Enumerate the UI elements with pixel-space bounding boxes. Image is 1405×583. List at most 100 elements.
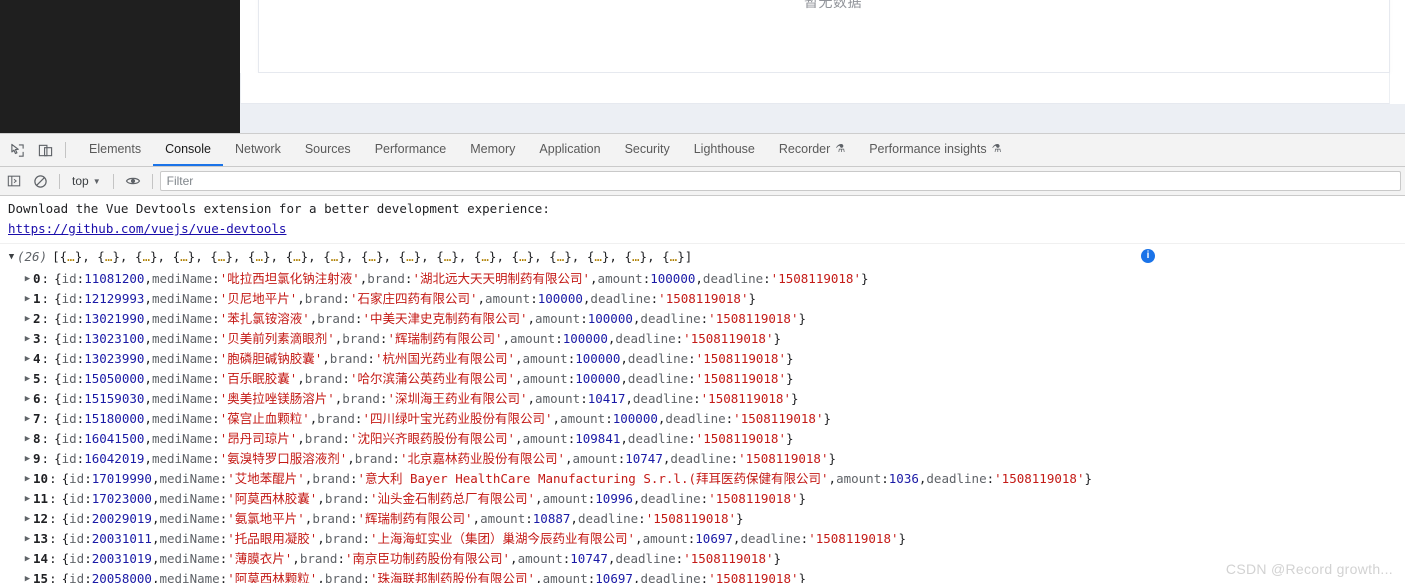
tab-performance-insights[interactable]: Performance insights ⚗ [857, 134, 1013, 166]
row-index: 0 [33, 271, 41, 286]
tab-lighthouse[interactable]: Lighthouse [682, 134, 767, 166]
inspect-element-icon[interactable] [4, 137, 30, 163]
row-index: 12 [33, 511, 49, 526]
array-item-row[interactable]: ▶ 6:{id: 15159030, mediName: '奥美拉唑镁肠溶片', … [0, 389, 1405, 409]
array-item-row[interactable]: ▶ 15:{id: 20058000, mediName: '阿莫西林颗粒', b… [0, 569, 1405, 583]
key-id: id [61, 311, 77, 326]
array-item-row[interactable]: ▶ 10:{id: 17019990, mediName: '艾地苯醌片', br… [0, 469, 1405, 489]
vue-devtools-link[interactable]: https://github.com/vuejs/vue-devtools [8, 219, 1405, 239]
value-amount: 10747 [625, 451, 663, 466]
expand-triangle-icon[interactable]: ▶ [22, 449, 33, 469]
array-item-row[interactable]: ▶ 7:{id: 15180000, mediName: '葆宫止血颗粒', br… [0, 409, 1405, 429]
key-mediName: mediName [159, 471, 220, 486]
value-amount: 109841 [575, 431, 621, 446]
key-amount: amount [597, 271, 643, 286]
filterbar-divider [59, 173, 60, 189]
value-deadline: '1508119018' [708, 491, 799, 506]
array-item-row[interactable]: ▶ 9:{id: 16042019, mediName: '氨溴特罗口服溶液剂',… [0, 449, 1405, 469]
row-index: 6 [33, 391, 41, 406]
expand-triangle-icon[interactable]: ▶ [22, 409, 33, 429]
array-item-row[interactable]: ▶ 2:{id: 13021990, mediName: '苯扎氯铵溶液', br… [0, 309, 1405, 329]
key-mediName: mediName [151, 451, 213, 466]
execution-context-selector[interactable]: top ▼ [67, 172, 106, 190]
key-deadline: deadline [632, 391, 694, 406]
web-page-area: 暂无数据 [0, 0, 1405, 133]
tab-network[interactable]: Network [223, 134, 293, 166]
array-item-row[interactable]: ▶ 13:{id: 20031011, mediName: '托品眼用凝胶', b… [0, 529, 1405, 549]
expand-triangle-icon[interactable]: ▶ [22, 389, 33, 409]
expand-triangle-icon[interactable]: ▶ [22, 489, 33, 509]
value-amount: 100000 [612, 411, 658, 426]
expand-triangle-icon[interactable]: ▶ [22, 269, 33, 289]
expand-triangle-icon[interactable]: ▶ [22, 369, 33, 389]
tab-console[interactable]: Console [153, 134, 223, 166]
array-item-row[interactable]: ▶ 8:{id: 16041500, mediName: '昂丹司琼片', bra… [0, 429, 1405, 449]
expand-triangle-icon[interactable]: ▶ [22, 549, 33, 569]
experiment-flask-icon: ⚗ [835, 142, 846, 155]
expand-triangle-icon[interactable]: ▶ [22, 569, 33, 583]
key-id: id [69, 531, 85, 546]
key-amount: amount [542, 571, 588, 583]
tab-recorder[interactable]: Recorder ⚗ [767, 134, 857, 166]
tab-sources[interactable]: Sources [293, 134, 363, 166]
key-brand: brand [317, 311, 355, 326]
device-toolbar-icon[interactable] [32, 137, 58, 163]
value-deadline: '1508119018' [695, 351, 786, 366]
key-amount: amount [522, 371, 568, 386]
row-index: 3 [33, 331, 41, 346]
expand-triangle-icon[interactable]: ▶ [22, 329, 33, 349]
page-card-footer [240, 73, 1390, 104]
array-item-row[interactable]: ▶ 14:{id: 20031019, mediName: '薄膜衣片', bra… [0, 549, 1405, 569]
tab-application[interactable]: Application [527, 134, 612, 166]
tab-elements[interactable]: Elements [77, 134, 153, 166]
key-amount: amount [480, 511, 526, 526]
value-amount: 10417 [587, 391, 626, 406]
key-id: id [69, 471, 85, 486]
screenshot-root: 暂无数据 Elements Console Network Sources Pe… [0, 0, 1405, 583]
expand-triangle-icon[interactable]: ▶ [22, 469, 33, 489]
value-brand: '哈尔滨蒲公英药业有限公司' [349, 371, 516, 386]
value-deadline: '1508119018' [683, 551, 774, 566]
expand-triangle-icon[interactable]: ▼ [6, 247, 17, 267]
expand-triangle-icon[interactable]: ▶ [22, 529, 33, 549]
key-id: id [61, 431, 77, 446]
array-item-row[interactable]: ▶ 1:{id: 12129993, mediName: '贝尼地平片', bra… [0, 289, 1405, 309]
tab-memory[interactable]: Memory [458, 134, 527, 166]
value-brand: '意大利 Bayer HealthCare Manufacturing S.r.… [357, 471, 829, 486]
expand-triangle-icon[interactable]: ▶ [22, 429, 33, 449]
key-id: id [61, 271, 77, 286]
expand-triangle-icon[interactable]: ▶ [22, 289, 33, 309]
clear-console-icon[interactable] [28, 170, 52, 192]
expand-triangle-icon[interactable]: ▶ [22, 509, 33, 529]
array-item-row[interactable]: ▶ 3:{id: 13023100, mediName: '贝美前列素滴眼剂', … [0, 329, 1405, 349]
value-id: 20031019 [91, 551, 152, 566]
array-item-row[interactable]: ▶ 11:{id: 17023000, mediName: '阿莫西林胶囊', b… [0, 489, 1405, 509]
tab-label: Sources [304, 142, 351, 156]
array-item-row[interactable]: ▶ 5:{id: 15050000, mediName: '百乐眠胶囊', bra… [0, 369, 1405, 389]
experiment-flask-icon: ⚗ [991, 142, 1002, 155]
filter-input[interactable] [159, 171, 1401, 191]
row-index: 8 [33, 431, 41, 446]
tab-label: Performance insights [869, 142, 987, 156]
array-item-row[interactable]: ▶ 12:{id: 20029019, mediName: '氨氯地平片', br… [0, 509, 1405, 529]
key-mediName: mediName [159, 531, 220, 546]
value-mediName: '苯扎氯铵溶液' [219, 311, 310, 326]
key-brand: brand [304, 291, 343, 306]
tab-security[interactable]: Security [613, 134, 682, 166]
expand-triangle-icon[interactable]: ▶ [22, 309, 33, 329]
value-id: 13021990 [84, 311, 145, 326]
expand-triangle-icon[interactable]: ▶ [22, 349, 33, 369]
array-group-header[interactable]: ▼ (26) [{…}, {…}, {…}, {…}, {…}, {…}, {…… [0, 244, 1405, 269]
array-item-row[interactable]: ▶ 0:{id: 11081200, mediName: '吡拉西坦氯化钠注射液'… [0, 269, 1405, 289]
array-item-row[interactable]: ▶ 4:{id: 13023990, mediName: '胞磷胆碱钠胶囊', b… [0, 349, 1405, 369]
value-brand: '石家庄四药有限公司' [349, 291, 478, 306]
tab-performance[interactable]: Performance [363, 134, 459, 166]
console-sidebar-icon[interactable] [2, 170, 26, 192]
value-brand: '杭州国光药业有限公司' [374, 351, 516, 366]
value-deadline: '1508119018' [738, 451, 829, 466]
row-index: 13 [33, 531, 49, 546]
key-mediName: mediName [151, 271, 213, 286]
value-amount: 10996 [595, 491, 633, 506]
live-expression-eye-icon[interactable] [121, 170, 145, 192]
value-id: 20031011 [91, 531, 152, 546]
